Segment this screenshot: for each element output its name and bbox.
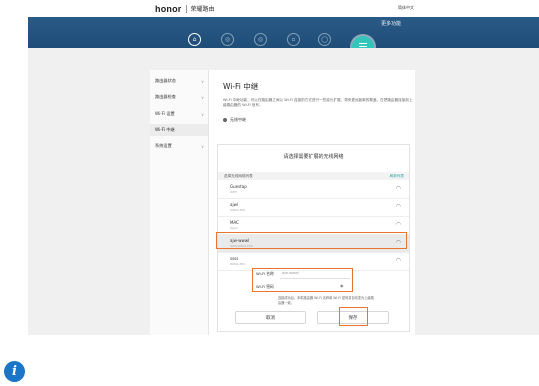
refresh-link[interactable]: 刷新列表 <box>390 174 404 179</box>
more-features-label[interactable]: 更多功能 <box>381 20 401 27</box>
list-header-label: 选择无线网络列表 <box>224 174 253 178</box>
brand-subtitle: 荣耀路由 <box>190 6 215 13</box>
network-security: WPA2-PSK <box>230 208 246 212</box>
network-name: ssss <box>230 256 239 261</box>
wifi-icon: ◠ <box>395 221 401 228</box>
wifi-locked-icon: ◠ <box>395 203 401 210</box>
radio-icon <box>223 118 227 122</box>
sidebar-item-label: 路由器检查 <box>155 94 176 99</box>
home-icon[interactable]: ⌂ <box>188 33 201 46</box>
network-security: Open <box>230 226 239 230</box>
sidebar-item-system-settings[interactable]: 系统设置 ∨ <box>150 140 208 152</box>
brand: honor 荣耀路由 <box>155 3 215 14</box>
save-highlight <box>339 307 368 326</box>
sidebar-item-label: 路由器状态 <box>155 78 176 83</box>
credentials-highlight <box>252 268 353 292</box>
sidebar: 路由器状态 ∨ 路由器检查 ∨ Wi-Fi 设置 ∨ Wi-Fi 中继 系统设置 ∨ <box>150 70 209 335</box>
wifi-locked-icon: ◠ <box>395 185 401 192</box>
wifi-icon[interactable]: ◎ <box>254 33 267 46</box>
cancel-button[interactable]: 取消 <box>235 311 306 324</box>
nav-bar: 更多功能 ⌂ ◎ ◎ ▫ ◯ <box>28 17 539 48</box>
sidebar-item-label: Wi-Fi 中继 <box>155 127 175 132</box>
info-glyph: i <box>12 364 17 379</box>
sidebar-item-wifi-relay[interactable]: Wi-Fi 中继 <box>150 124 208 136</box>
language-selector[interactable]: 简体中文 <box>398 5 414 11</box>
chevron-down-icon: ∨ <box>201 144 204 149</box>
top-bar: honor 荣耀路由 简体中文 <box>0 0 539 17</box>
info-icon: i <box>4 361 25 382</box>
network-name: MAC <box>230 220 239 225</box>
honor-logo: honor <box>155 3 182 14</box>
wifi-locked-icon: ◠ <box>395 257 401 264</box>
brand-divider <box>185 4 187 13</box>
sidebar-item-label: 系统设置 <box>155 143 172 148</box>
network-name: Guestap <box>230 184 247 189</box>
page-title: Wi-Fi 中继 <box>223 82 259 91</box>
relay-hint: 连接成功后，本机路由器 Wi-Fi 名称和 Wi-Fi 密码将自动变为上级路由器… <box>278 296 374 305</box>
network-name: ajwl <box>230 202 238 207</box>
network-row[interactable]: Guestap WEP ◠ <box>218 181 409 199</box>
network-icon[interactable]: ◎ <box>221 33 234 46</box>
sidebar-item-router-status[interactable]: 路由器状态 ∨ <box>150 75 208 87</box>
sidebar-item-router-check[interactable]: 路由器检查 ∨ <box>150 91 208 103</box>
page-description: Wi-Fi 中继功能，可以在路由器之间以 Wi-Fi 连接的方式进行一些延长扩展… <box>223 98 413 107</box>
chevron-down-icon: ∨ <box>201 112 204 117</box>
user-icon[interactable]: ◯ <box>318 33 331 46</box>
selected-network-highlight <box>216 232 407 249</box>
devices-icon[interactable]: ▫ <box>287 33 300 46</box>
network-security: WPA2-PSK <box>230 262 246 266</box>
panel-title: 请选择需要扩展的无线网络 <box>283 154 344 160</box>
wireless-relay-toggle[interactable]: 无线中继 <box>223 117 246 123</box>
sidebar-item-label: Wi-Fi 设置 <box>155 111 175 116</box>
chevron-down-icon: ∨ <box>201 95 204 100</box>
toggle-label: 无线中继 <box>230 117 246 122</box>
network-list-header: 选择无线网络列表 刷新列表 <box>218 172 409 180</box>
network-row[interactable]: ajwl WPA2-PSK ◠ <box>218 199 409 217</box>
network-security: WEP <box>230 190 237 194</box>
chevron-down-icon: ∨ <box>201 79 204 84</box>
sidebar-item-wifi-settings[interactable]: Wi-Fi 设置 ∨ <box>150 108 208 120</box>
